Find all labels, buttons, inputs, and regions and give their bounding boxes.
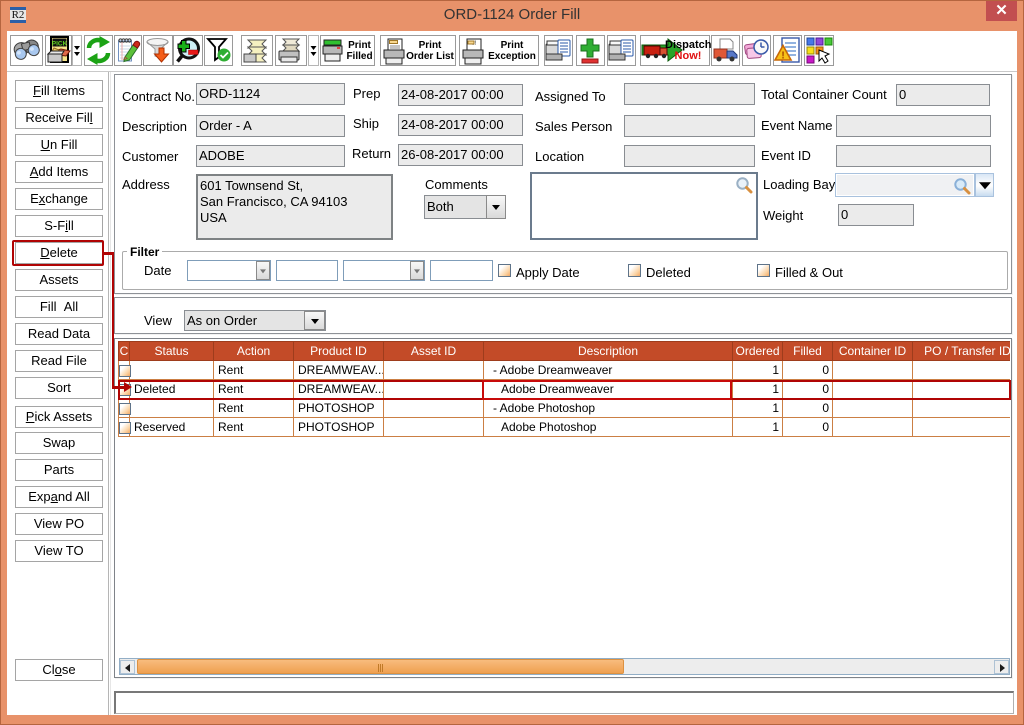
- svg-text:PICK: PICK: [52, 41, 68, 48]
- svg-text:!: !: [781, 51, 784, 62]
